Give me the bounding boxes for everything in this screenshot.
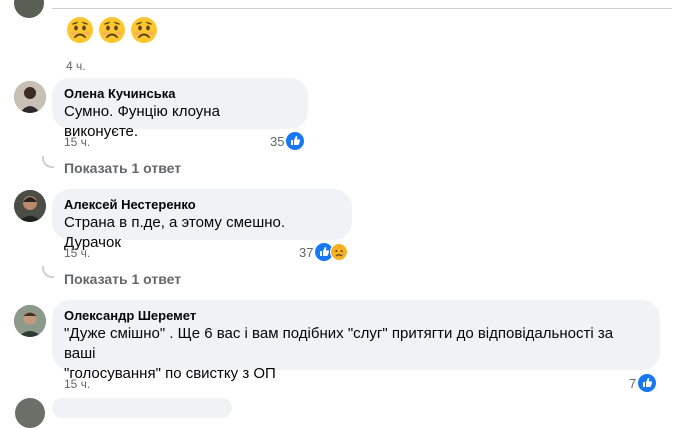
comment-text-line: "голосування" по свистку з ОП [64, 365, 276, 382]
comment-bubble: Алексей Нестеренко Страна в п.де, а этом… [52, 189, 352, 251]
profile-photo [14, 305, 46, 337]
like-icon [286, 132, 305, 150]
comment-bubble [52, 398, 232, 418]
comment-bubble: Олена Кучинська Сумно. Фунцію клоуна вик… [52, 78, 308, 140]
reaction-summary[interactable]: 7 [629, 374, 657, 392]
reaction-count: 35 [270, 133, 285, 149]
like-icon [638, 374, 657, 392]
comment-bubble: Олександр Шеремет "Дуже смішно" . Ще 6 в… [52, 300, 660, 382]
comment-timestamp[interactable]: 15 ч. [64, 246, 90, 260]
comment-author[interactable]: Олена Кучинська [64, 86, 296, 102]
reaction-count: 37 [299, 244, 314, 260]
comment-timestamp[interactable]: 15 ч. [64, 377, 90, 391]
reply-thread-line [42, 266, 54, 278]
worried-face-icon [131, 17, 157, 43]
emoji-row [66, 16, 158, 44]
reaction-count: 7 [629, 375, 637, 391]
profile-photo [14, 81, 46, 113]
avatar[interactable] [14, 0, 44, 18]
avatar[interactable] [15, 398, 45, 428]
reaction-summary[interactable]: 35 [270, 132, 305, 150]
profile-photo [14, 190, 46, 222]
comment-timestamp[interactable]: 15 ч. [64, 135, 90, 149]
worried-face-icon [99, 17, 125, 43]
divider [52, 8, 672, 9]
comment-author[interactable]: Алексей Нестеренко [64, 197, 340, 213]
show-replies-link[interactable]: Показать 1 ответ [64, 160, 181, 176]
reply-thread-line [42, 156, 54, 168]
avatar[interactable] [14, 305, 46, 337]
worried-face-icon [67, 17, 93, 43]
reaction-summary[interactable]: 37 [299, 243, 349, 261]
avatar[interactable] [14, 81, 46, 113]
comment-timestamp[interactable]: 4 ч. [66, 59, 86, 73]
show-replies-link[interactable]: Показать 1 ответ [64, 271, 181, 287]
comment-author[interactable]: Олександр Шеремет [64, 308, 648, 324]
sad-face-icon [330, 243, 349, 261]
comment-text-line: "Дуже смішно" . Ще 6 вас і вам подібних … [64, 325, 614, 362]
avatar[interactable] [14, 190, 46, 222]
comment-text: Сумно. Фунцію клоуна виконуєте. [64, 103, 220, 140]
